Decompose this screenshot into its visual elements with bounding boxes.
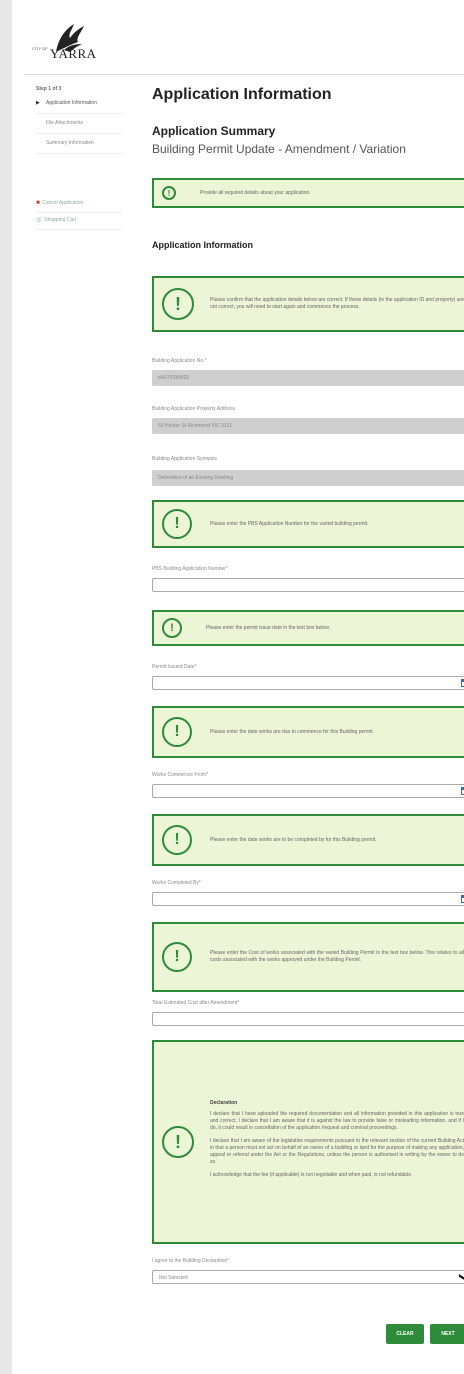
section-title: Application Information [152, 240, 253, 250]
total-estimated-cost-input[interactable] [152, 1012, 464, 1026]
app-no-label: Building Application No.* [152, 358, 207, 364]
chevron-down-icon: ❯ [458, 1272, 464, 1281]
sidebar-item-summary-information[interactable]: Summary Information [36, 140, 122, 154]
declaration-box: ! Declaration I declare that I have uplo… [152, 1040, 464, 1244]
cost-label: Total Estimated Cost after Amendment* [152, 1000, 240, 1006]
permit-issued-date-input[interactable] [152, 676, 464, 690]
info-box-complete: ! Please enter the date works are to be … [152, 814, 464, 866]
info-box-confirm: ! Please confirm that the application de… [152, 276, 464, 332]
info-alert-icon: ! [162, 509, 192, 539]
pbs-application-number-input[interactable] [152, 578, 464, 592]
page: CITY OF YARRA Step 1 of 3 Application In… [12, 0, 464, 1374]
info-alert-icon: ! [162, 288, 194, 320]
agree-declaration-select[interactable]: Not Selected ❯ [152, 1270, 464, 1284]
sidebar-item-application-information[interactable]: Application Information [36, 100, 122, 114]
info-box-commence: ! Please enter the date works are due to… [152, 706, 464, 758]
info-box-cost: ! Please enter the Cost of works associa… [152, 922, 464, 992]
page-title: Application Information [152, 86, 332, 103]
next-button[interactable]: NEXT [430, 1324, 464, 1344]
summary-subtitle: Building Permit Update - Amendment / Var… [152, 142, 406, 156]
address-field: 53 Hunter St Richmond VIC 3121 [152, 418, 464, 434]
step-indicator: Step 1 of 3 [36, 86, 62, 92]
shopping-cart-label: Shopping Cart [44, 217, 77, 223]
info-text: Please confirm that the application deta… [210, 297, 464, 310]
info-box-provide-details: ! Provide all required details about you… [152, 178, 464, 208]
address-label: Building Application Property Address [152, 406, 236, 412]
logo-small-text: CITY OF [32, 46, 48, 51]
complete-label: Works Completed By* [152, 880, 201, 886]
synopsis-label: Building Application Synopsis [152, 456, 218, 462]
header-divider [24, 74, 464, 75]
summary-title: Application Summary [152, 124, 276, 138]
declaration-paragraph: I declare that I am aware of the legisla… [210, 1137, 464, 1165]
declaration-paragraph: I acknowledge that the fee (if applicabl… [210, 1171, 413, 1178]
info-alert-icon: ! [162, 717, 192, 747]
works-completed-by-input[interactable] [152, 892, 464, 906]
cancel-application-label: Cancel Application [42, 200, 84, 206]
info-text: Please enter the date works are to be co… [210, 836, 377, 843]
app-no-field: eA07/0008/02 [152, 370, 464, 386]
info-text: Please enter the permit issue date in th… [206, 624, 330, 631]
sidebar: Step 1 of 3 Application Information File… [36, 86, 122, 230]
works-commence-from-input[interactable] [152, 784, 464, 798]
logo-text: YARRA [50, 46, 97, 61]
info-box-issue-date: ! Please enter the permit issue date in … [152, 610, 464, 646]
pbs-label: PBS Building Application Number* [152, 566, 228, 572]
shopping-cart-link[interactable]: 🛒 Shopping Cart [36, 213, 122, 230]
info-alert-icon: ! [162, 825, 192, 855]
cart-icon: 🛒 [36, 217, 43, 223]
info-alert-icon: ! [162, 1126, 194, 1158]
commence-label: Works Commence From* [152, 772, 209, 778]
agree-select-value: Not Selected [159, 1275, 188, 1281]
declaration-title: Declaration [210, 1099, 238, 1106]
cancel-application-link[interactable]: ✖ Cancel Application [36, 196, 122, 213]
info-text: Please enter the date works are due to c… [210, 728, 374, 735]
issue-date-label: Permit Issued Date* [152, 664, 197, 670]
declaration-text: Declaration I declare that I have upload… [210, 1100, 464, 1185]
info-alert-icon: ! [162, 186, 176, 200]
info-text: Please enter the PBS Application Number … [210, 520, 369, 527]
sidebar-item-file-attachments[interactable]: File Attachments [36, 120, 122, 134]
close-icon: ✖ [36, 200, 41, 206]
info-alert-icon: ! [162, 618, 182, 638]
info-text: Please enter the Cost of works associate… [210, 950, 464, 963]
info-text: Provide all required details about your … [200, 189, 311, 196]
declaration-paragraph: I declare that I have uploaded the requi… [210, 1110, 464, 1131]
synopsis-field: Demolition of an Existing Dwelling [152, 470, 464, 486]
info-alert-icon: ! [162, 942, 192, 972]
agree-label: I agree to the Building Declaration* [152, 1258, 230, 1264]
clear-button[interactable]: CLEAR [386, 1324, 424, 1344]
info-box-pbs: ! Please enter the PBS Application Numbe… [152, 500, 464, 548]
